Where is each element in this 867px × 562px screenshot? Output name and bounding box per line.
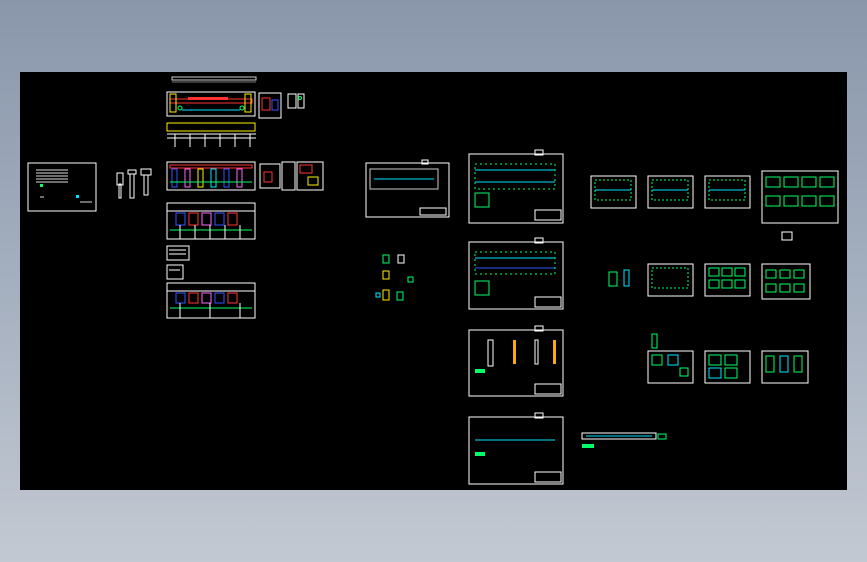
detail-sheet-r2-c4[interactable] — [761, 263, 811, 300]
machine-side-view-b[interactable] — [166, 282, 256, 319]
part-details-scatter[interactable] — [375, 254, 414, 301]
machine-front-view[interactable] — [166, 161, 324, 191]
machine-side-view-a[interactable] — [166, 202, 256, 240]
detail-sheet-r3-c3[interactable] — [761, 350, 809, 384]
rail-detail[interactable] — [581, 432, 667, 448]
detail-sheet-r2-c3[interactable] — [704, 263, 751, 297]
sheet-cover[interactable] — [27, 162, 97, 212]
detail-sheet-r1-c1[interactable] — [590, 175, 637, 209]
detail-sheet-r1-c2[interactable] — [647, 175, 694, 209]
sheet-section-3[interactable] — [468, 325, 564, 397]
machine-elevation-top[interactable] — [166, 76, 305, 119]
detail-sheet-r1-c4[interactable] — [761, 170, 839, 241]
detail-sheet-r2-c1[interactable] — [608, 269, 630, 287]
sheet-elevation-4[interactable] — [468, 412, 564, 485]
detail-sheet-r1-c3[interactable] — [704, 175, 751, 209]
legend-blocks[interactable] — [166, 245, 190, 280]
cad-model-space[interactable] — [20, 72, 847, 490]
part-details-small[interactable] — [116, 168, 152, 199]
machine-elevation-rail[interactable] — [166, 122, 256, 147]
sheet-layout-plan[interactable] — [365, 159, 450, 218]
sheet-plan-2[interactable] — [468, 237, 564, 310]
detail-sheet-r3-c2[interactable] — [704, 350, 751, 384]
drawing-overview — [27, 76, 839, 485]
detail-sheet-r2-c2[interactable] — [647, 263, 694, 297]
sheet-plan-1[interactable] — [468, 149, 564, 224]
detail-sheet-r3-c1[interactable] — [647, 333, 694, 384]
